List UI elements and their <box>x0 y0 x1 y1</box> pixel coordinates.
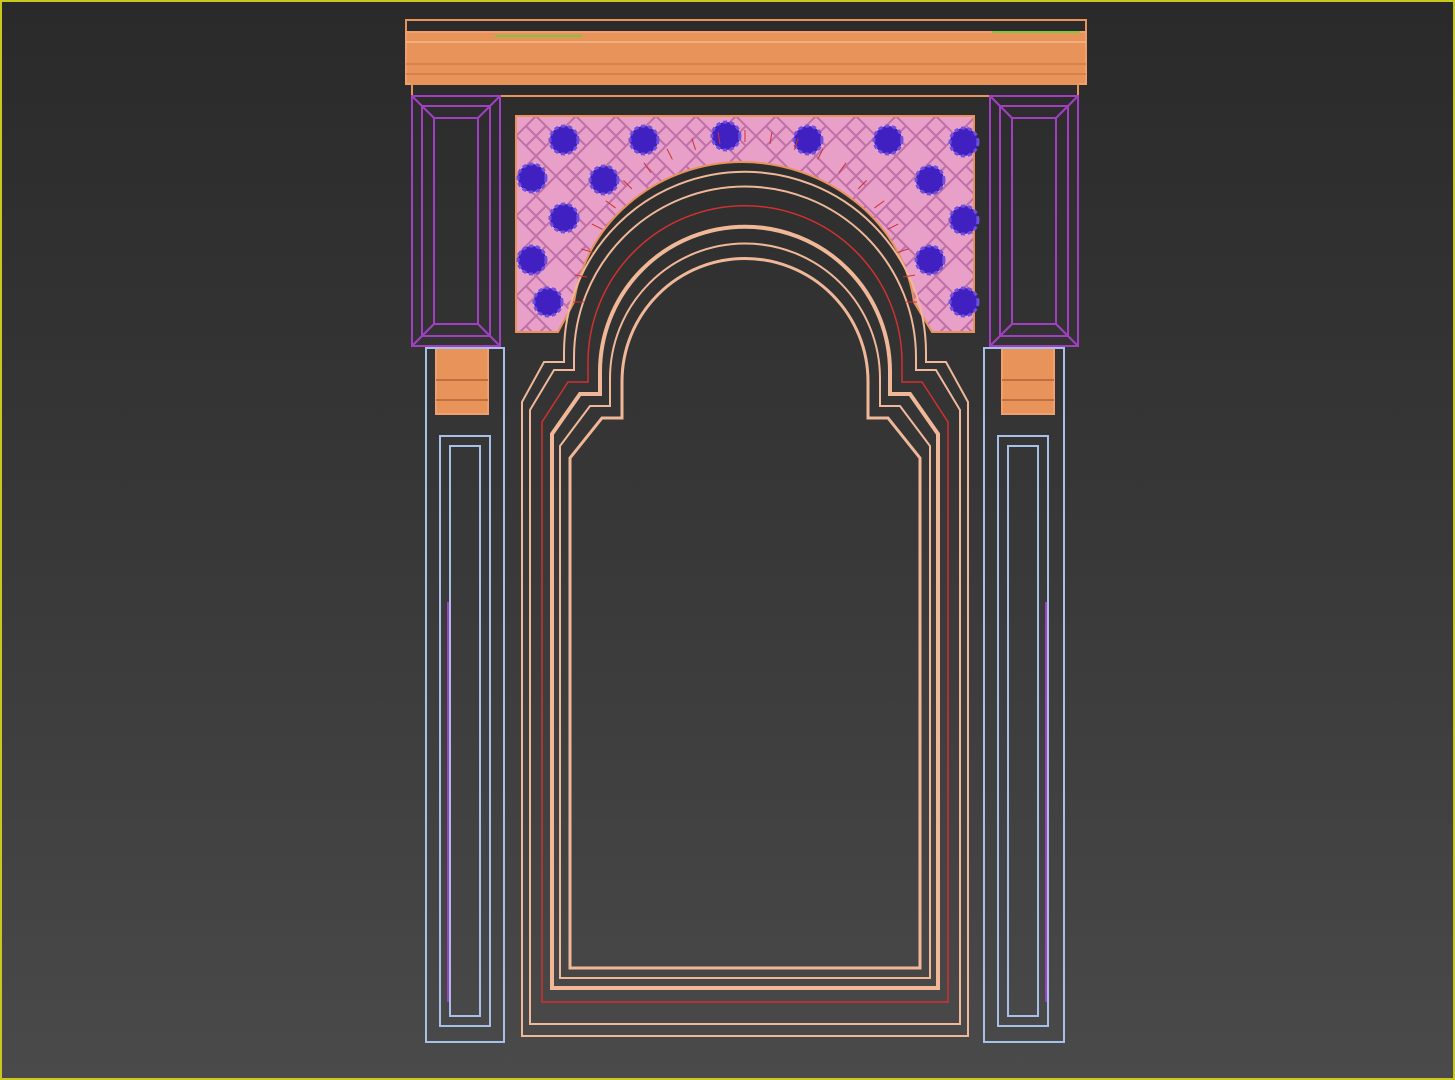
arch-molding-2 <box>529 185 961 1025</box>
arch-molding-1 <box>521 170 969 1037</box>
side-panel-right <box>989 95 1079 347</box>
lattice-spandrel <box>515 115 980 333</box>
arch-molding-4 <box>550 224 940 990</box>
side-panel-left <box>411 95 501 347</box>
arch-molding-3 <box>541 204 949 1003</box>
doorway-arch <box>521 130 969 1037</box>
column-right <box>983 347 1065 1043</box>
viewport-front[interactable] <box>0 0 1455 1080</box>
doorway-wireframe <box>405 19 1087 1043</box>
arch-molding-6 <box>568 257 922 970</box>
cornice <box>405 19 1087 97</box>
arch-molding-5 <box>559 242 931 979</box>
capital-right <box>1001 347 1055 415</box>
column-left <box>425 347 505 1043</box>
capital-left <box>435 347 489 415</box>
